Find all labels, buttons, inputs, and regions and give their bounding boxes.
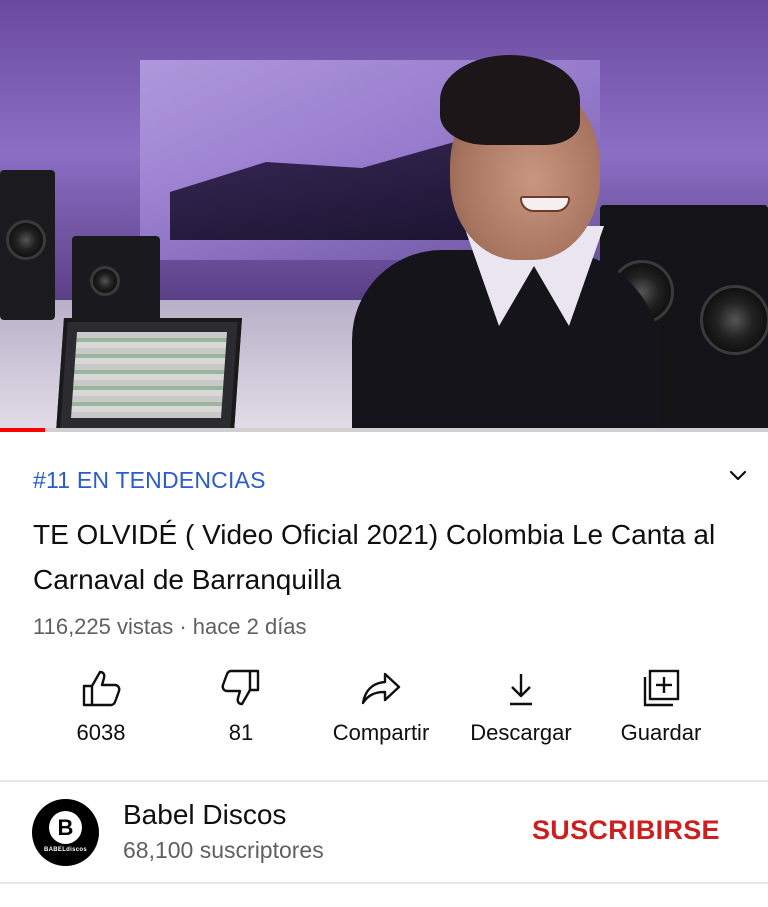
download-button[interactable]: Descargar	[451, 668, 591, 746]
thumb-up-icon	[82, 670, 121, 707]
share-label: Compartir	[332, 720, 430, 745]
divider	[0, 882, 768, 884]
share-button[interactable]: Compartir	[311, 668, 451, 746]
studio-speaker	[0, 170, 55, 320]
thumb-down-icon	[221, 669, 260, 706]
dislike-button[interactable]: 81	[171, 668, 311, 746]
studio-speaker	[72, 236, 160, 326]
laptop	[56, 318, 242, 432]
progress-played	[0, 428, 45, 432]
download-icon	[510, 674, 532, 706]
download-label: Descargar	[470, 720, 572, 745]
share-arrow-icon	[361, 672, 401, 705]
subscribe-button[interactable]: SUSCRIBIRSE	[532, 815, 720, 846]
channel-logo-caption: BABELdiscos	[44, 847, 87, 853]
like-button[interactable]: 6038	[31, 668, 171, 746]
dislike-count: 81	[228, 720, 254, 745]
add-to-playlist-icon	[643, 669, 680, 707]
divider	[0, 780, 768, 782]
channel-subscriber-count: 68,100 suscriptores	[123, 837, 324, 863]
chevron-down-icon[interactable]	[728, 466, 748, 486]
save-button[interactable]: Guardar	[591, 668, 731, 746]
channel-avatar[interactable]: B BABELdiscos	[32, 799, 99, 866]
trending-badge[interactable]: #11 EN TENDENCIAS	[33, 467, 266, 494]
video-title[interactable]: TE OLVIDÉ ( Video Oficial 2021) Colombia…	[33, 512, 733, 602]
action-bar: 6038 81 Compartir Descargar Guardar	[0, 668, 768, 758]
video-progress-bar[interactable]	[0, 428, 768, 432]
save-label: Guardar	[620, 720, 702, 745]
like-count: 6038	[76, 720, 126, 745]
channel-name[interactable]: Babel Discos	[123, 799, 286, 831]
video-player[interactable]	[0, 0, 768, 432]
video-meta: 116,225 vistas · hace 2 días	[33, 614, 307, 639]
channel-logo-letter: B	[49, 811, 82, 844]
